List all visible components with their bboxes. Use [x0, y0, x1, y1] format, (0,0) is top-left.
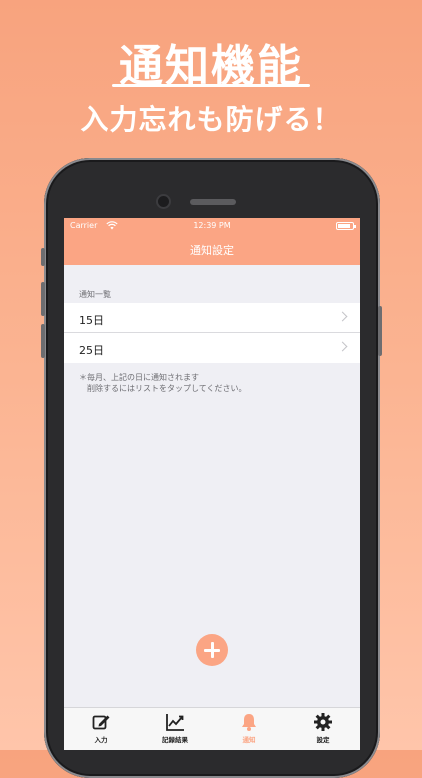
navigation-bar: Carrier 12:39 PM 通知設定	[64, 218, 360, 265]
tab-bar: 入力 記録結果 通知 設定	[64, 707, 360, 750]
earpiece-speaker	[190, 199, 236, 205]
chevron-right-icon	[337, 311, 348, 322]
section-header: 通知一覧	[79, 290, 111, 299]
list-item-label: 15日	[79, 314, 104, 327]
footnote: ＊毎月、上記の日に通知されます 削除するにはリストをタップしてください。	[79, 372, 247, 394]
footnote-line-1: ＊毎月、上記の日に通知されます	[79, 373, 199, 382]
bell-icon	[242, 714, 256, 731]
promo-subtitle: 入力忘れも防げる！	[80, 103, 342, 136]
battery-icon	[336, 222, 356, 230]
chart-line-icon	[166, 714, 184, 731]
status-bar: Carrier 12:39 PM	[70, 220, 356, 234]
tab-label: 設定	[316, 736, 330, 744]
tab-input[interactable]: 入力	[64, 712, 138, 744]
tab-label: 入力	[94, 736, 108, 744]
power-button	[378, 306, 382, 356]
status-time: 12:39 PM	[193, 221, 231, 230]
volume-up-button	[41, 282, 45, 316]
gear-icon	[314, 713, 332, 731]
app-screen: Carrier 12:39 PM 通知設定 通知一覧 15日 25日 ＊毎月、上…	[64, 218, 360, 750]
chevron-right-icon	[337, 341, 348, 352]
list-item-label: 25日	[79, 344, 104, 357]
footnote-line-2: 削除するにはリストをタップしてください。	[87, 384, 247, 393]
list-item[interactable]: 25日	[64, 333, 360, 363]
front-camera	[158, 196, 169, 207]
tab-settings[interactable]: 設定	[286, 712, 360, 744]
page-title: 通知設定	[190, 244, 234, 257]
tab-notifications[interactable]: 通知	[212, 712, 286, 744]
add-notification-button[interactable]	[196, 634, 228, 666]
tab-label: 記録結果	[162, 736, 188, 744]
volume-down-button	[41, 324, 45, 358]
list-item[interactable]: 15日	[64, 303, 360, 333]
compose-icon	[92, 715, 110, 730]
promo-underline	[112, 84, 310, 87]
tab-label: 通知	[242, 736, 256, 744]
notification-list: 15日 25日	[64, 303, 360, 363]
tab-records[interactable]: 記録結果	[138, 712, 212, 744]
mute-switch	[41, 248, 45, 266]
